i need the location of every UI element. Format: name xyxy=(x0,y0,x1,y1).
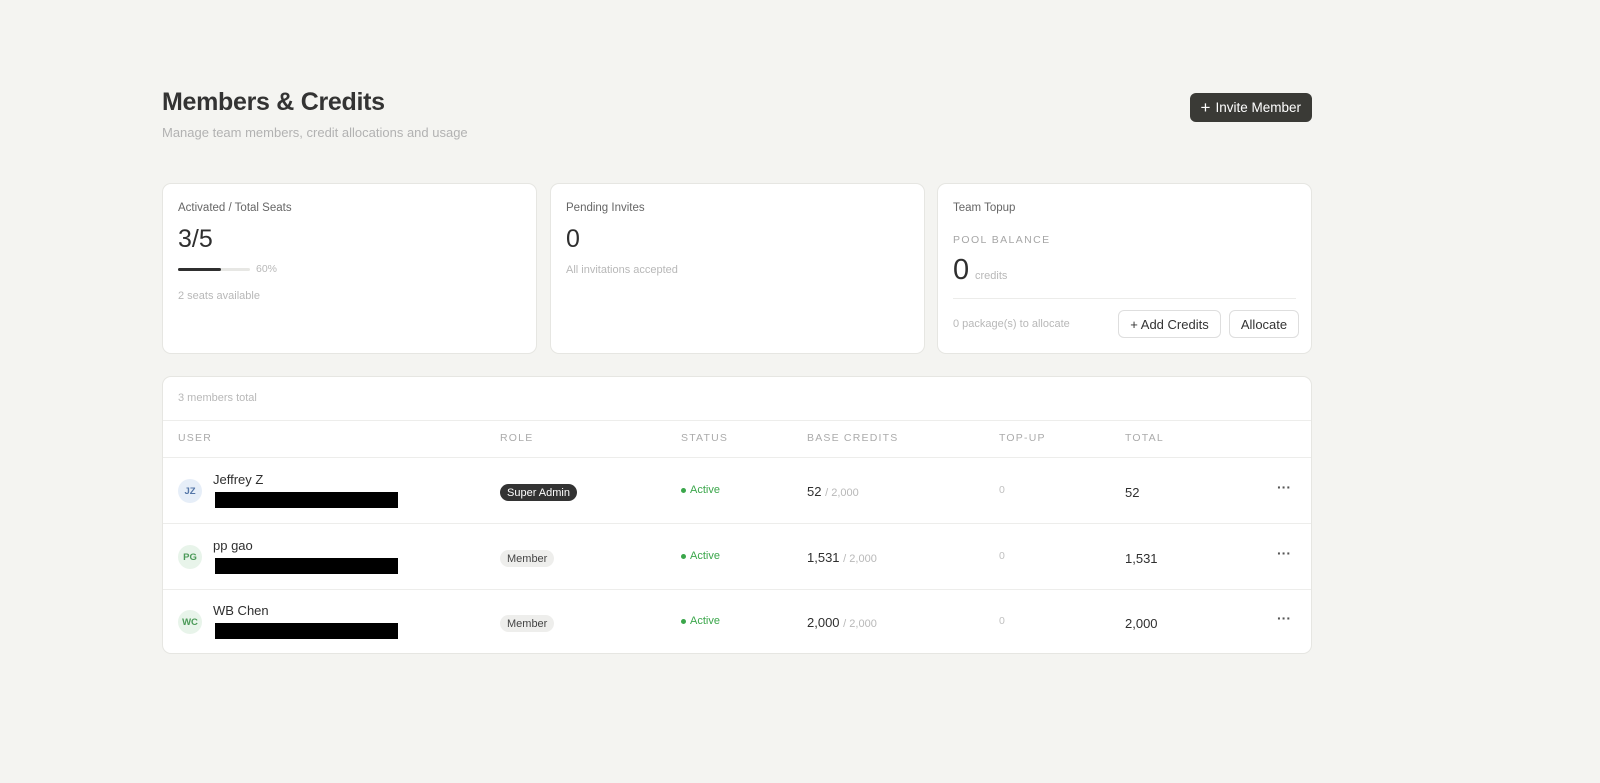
column-header-status: STATUS xyxy=(681,432,729,444)
status-label: Active xyxy=(690,484,720,496)
base-credits-value: 2,000 xyxy=(807,615,840,630)
more-actions-icon[interactable]: ··· xyxy=(1277,610,1291,626)
team-topup-card: Team Topup POOL BALANCE 0 credits 0 pack… xyxy=(937,183,1312,354)
base-credits-limit: / 2,000 xyxy=(843,618,877,630)
total-credits: 1,531 xyxy=(1125,551,1158,566)
column-header-role: ROLE xyxy=(500,432,534,444)
seats-card: Activated / Total Seats 3/5 60% 2 seats … xyxy=(162,183,537,354)
base-credits: 52 / 2,000 xyxy=(807,484,859,499)
invite-member-label: Invite Member xyxy=(1215,100,1301,115)
pending-invites-note: All invitations accepted xyxy=(566,264,678,276)
status-badge: Active xyxy=(681,615,720,627)
add-credits-button[interactable]: + Add Credits xyxy=(1118,310,1221,338)
table-divider xyxy=(163,420,1311,421)
redacted-email xyxy=(215,558,398,574)
team-topup-label: Team Topup xyxy=(953,202,1016,214)
pending-invites-label: Pending Invites xyxy=(566,202,645,214)
status-dot-icon xyxy=(681,487,686,493)
status-dot-icon xyxy=(681,618,686,624)
role-badge: Member xyxy=(500,615,555,632)
table-row[interactable]: JZ Jeffrey Z Super Admin Active 52 / 2,0… xyxy=(163,458,1311,523)
table-row[interactable]: PG pp gao Member Active 1,531 / 2,000 0 … xyxy=(163,524,1311,589)
more-actions-icon[interactable]: ··· xyxy=(1277,545,1291,561)
allocate-button[interactable]: Allocate xyxy=(1229,310,1299,338)
pool-balance-label: POOL BALANCE xyxy=(953,234,1051,246)
seats-progress-fill xyxy=(178,268,222,271)
role-badge: Member xyxy=(500,550,555,567)
member-name: Jeffrey Z xyxy=(213,472,264,487)
total-credits: 52 xyxy=(1125,485,1140,500)
page-title: Members & Credits xyxy=(162,88,385,116)
base-credits-limit: / 2,000 xyxy=(843,553,877,565)
base-credits: 1,531 / 2,000 xyxy=(807,550,877,565)
avatar: PG xyxy=(178,545,202,569)
top-up-value: 0 xyxy=(999,550,1005,562)
table-row[interactable]: WC WB Chen Member Active 2,000 / 2,000 0… xyxy=(163,589,1311,654)
members-total-count: 3 members total xyxy=(178,392,257,404)
page-subtitle: Manage team members, credit allocations … xyxy=(162,125,468,140)
column-header-total: TOTAL xyxy=(1125,432,1164,444)
top-up-value: 0 xyxy=(999,615,1005,627)
members-table: 3 members total USER ROLE STATUS BASE CR… xyxy=(162,376,1312,654)
role-badge: Super Admin xyxy=(500,484,577,501)
top-up-value: 0 xyxy=(999,484,1005,496)
base-credits-value: 1,531 xyxy=(807,550,840,565)
base-credits-limit: / 2,000 xyxy=(825,487,859,499)
seats-progress-bar xyxy=(178,268,250,271)
column-header-base-credits: BASE CREDITS xyxy=(807,432,899,444)
status-badge: Active xyxy=(681,484,720,496)
summary-cards: Activated / Total Seats 3/5 60% 2 seats … xyxy=(162,183,1312,354)
seats-available-note: 2 seats available xyxy=(178,290,260,302)
seats-card-label: Activated / Total Seats xyxy=(178,202,292,214)
status-label: Active xyxy=(690,615,720,627)
redacted-email xyxy=(215,492,398,508)
base-credits-value: 52 xyxy=(807,484,822,499)
invite-member-button[interactable]: + Invite Member xyxy=(1189,93,1312,122)
seats-progress-percent: 60% xyxy=(256,263,278,275)
column-header-user: USER xyxy=(178,432,212,444)
avatar: JZ xyxy=(178,479,202,503)
topup-divider xyxy=(953,298,1296,299)
plus-icon: + xyxy=(1200,97,1211,117)
member-name: WB Chen xyxy=(213,603,269,618)
pending-invites-card: Pending Invites 0 All invitations accept… xyxy=(550,183,925,354)
avatar: WC xyxy=(178,610,202,634)
more-actions-icon[interactable]: ··· xyxy=(1277,479,1291,495)
pool-balance-value: 0 xyxy=(953,254,970,286)
page-header: Members & Credits Manage team members, c… xyxy=(162,88,1312,148)
status-label: Active xyxy=(690,550,720,562)
base-credits: 2,000 / 2,000 xyxy=(807,615,877,630)
status-dot-icon xyxy=(681,553,686,559)
seats-value: 3/5 xyxy=(178,225,213,253)
member-name: pp gao xyxy=(213,538,253,553)
column-header-top-up: TOP-UP xyxy=(999,432,1046,444)
total-credits: 2,000 xyxy=(1125,616,1158,631)
pool-balance-unit: credits xyxy=(975,270,1008,282)
pending-invites-value: 0 xyxy=(566,225,580,253)
packages-to-allocate-note: 0 package(s) to allocate xyxy=(953,318,1070,330)
redacted-email xyxy=(215,623,398,639)
status-badge: Active xyxy=(681,550,720,562)
